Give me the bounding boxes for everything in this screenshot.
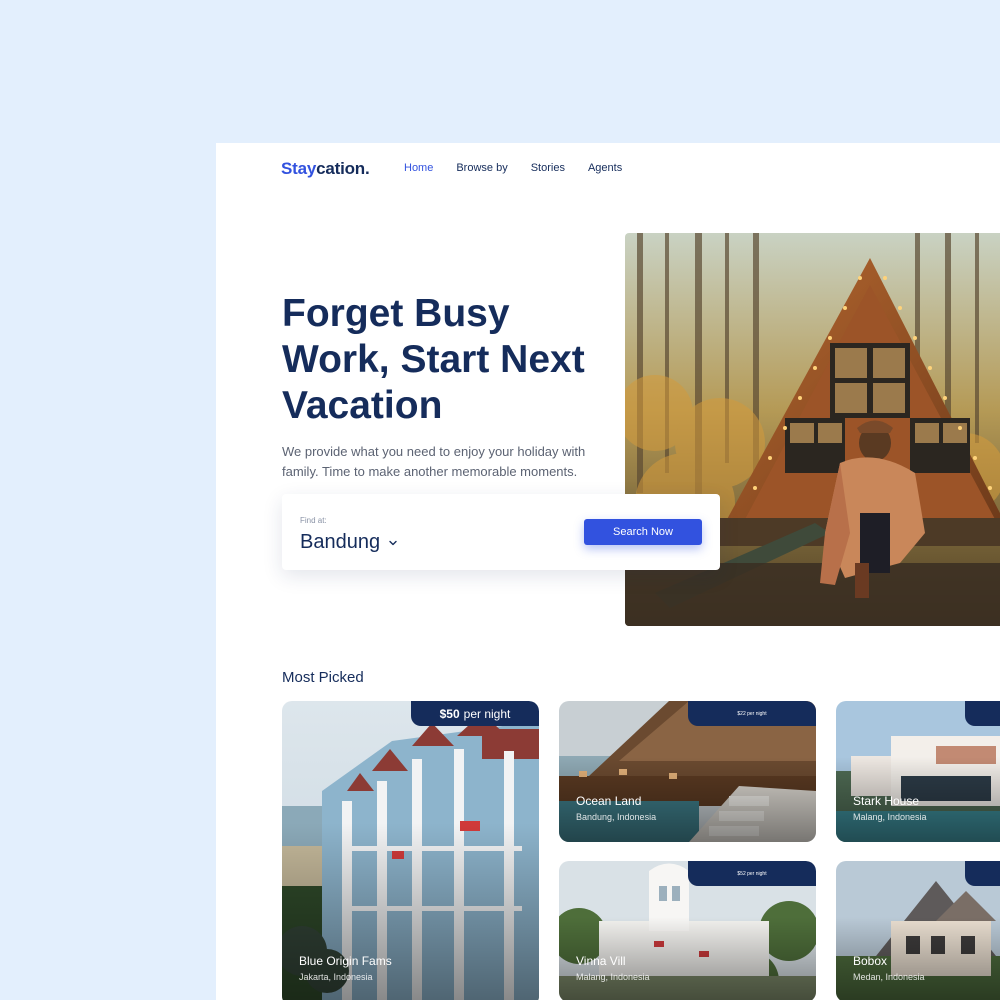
property-name: Blue Origin Fams [299, 954, 392, 968]
nav-agents[interactable]: Agents [588, 162, 622, 174]
nav-browse-by[interactable]: Browse by [456, 162, 507, 174]
most-picked-title: Most Picked [282, 669, 364, 686]
hero-title-line-1: Forget Busy [282, 292, 510, 335]
price-badge [965, 701, 1000, 726]
property-location: Medan, Indonesia [853, 972, 925, 982]
featured-property-card[interactable]: $50 per night Blue Origin Fams Jakarta, … [282, 701, 539, 1000]
price-badge: $50 per night [411, 701, 539, 726]
hero-description-line-2: family. Time to make another memorable m… [282, 464, 578, 479]
price-badge: $22 per night [688, 701, 816, 726]
main-nav: Home Browse by Stories Agents [404, 162, 622, 174]
hero-title-line-3: Vacation [282, 384, 443, 427]
price-badge: $52 per night [688, 861, 816, 886]
nav-stories[interactable]: Stories [531, 162, 565, 174]
property-card-stark-house[interactable]: Stark House Malang, Indonesia [836, 701, 1000, 842]
search-now-button[interactable]: Search Now [584, 519, 702, 545]
property-location: Jakarta, Indonesia [299, 972, 373, 982]
nav-home[interactable]: Home [404, 162, 433, 174]
price-badge [965, 861, 1000, 886]
property-location: Bandung, Indonesia [576, 812, 657, 822]
property-card-bobox[interactable]: Bobox Medan, Indonesia [836, 861, 1000, 1000]
property-name: Ocean Land [576, 794, 642, 808]
chevron-down-icon [389, 540, 397, 545]
property-location: Malang, Indonesia [853, 812, 927, 822]
brand-logo-part2: cation. [316, 159, 370, 178]
property-card-ocean-land[interactable]: $22 per night Ocean Land Bandung, Indone… [559, 701, 816, 842]
hero-title-line-2: Work, Start Next [282, 338, 585, 381]
location-select[interactable]: Bandung [300, 531, 398, 554]
hero-title: Forget Busy Work, Start Next Vacation [282, 291, 612, 429]
find-at-label: Find at: [300, 516, 327, 525]
price-amount: $50 [439, 706, 460, 721]
hero-description-line-1: We provide what you need to enjoy your h… [282, 444, 586, 459]
hero-description: We provide what you need to enjoy your h… [282, 442, 612, 482]
property-name: Stark House [853, 794, 920, 808]
brand-logo[interactable]: Staycation. [281, 159, 370, 179]
location-value: Bandung [300, 531, 381, 553]
property-location: Malang, Indonesia [576, 972, 650, 982]
price-unit: per night [463, 706, 511, 721]
brand-logo-part1: Stay [281, 159, 317, 178]
property-card-vinna-vill[interactable]: $52 per night Vinna Vill Malang, Indones… [559, 861, 816, 1000]
landing-page: Staycation. Home Browse by Stories Agent… [216, 143, 1000, 1000]
property-name: Vinna Vill [576, 954, 626, 968]
property-name: Bobox [853, 954, 888, 968]
search-card: Find at: Bandung Search Now [282, 494, 720, 570]
